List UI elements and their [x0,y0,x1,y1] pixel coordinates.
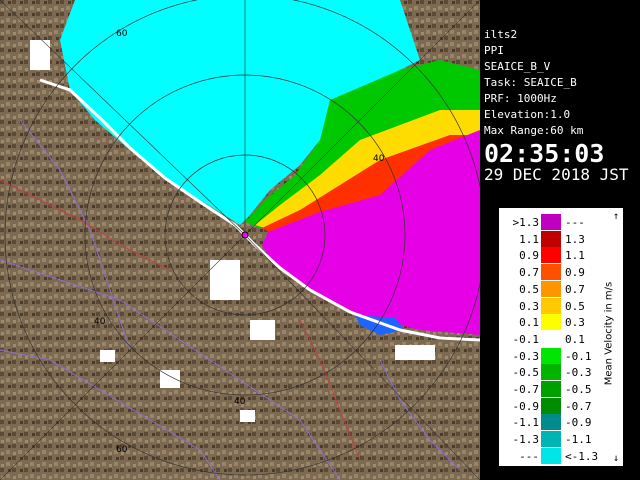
legend-swatch [541,330,561,347]
legend-high-value: 0.5 [565,299,585,313]
legend-low-value: -1.3 [512,433,540,447]
legend-low-value: -0.9 [512,399,540,413]
radar-map: 60 40 40 40 60 [0,0,480,480]
task-name: Task: SEAICE_B [484,76,577,89]
range-label-40-west: 40 [94,317,106,327]
legend-swatch [541,314,561,331]
legend-high-value: 0.1 [565,332,585,346]
legend-high-value: -0.3 [565,366,592,380]
legend-swatch [541,364,561,381]
range-label-40-east: 40 [373,154,385,164]
legend-high-value: 1.3 [565,232,585,246]
legend-low-value: 0.9 [519,249,539,263]
legend-swatch [541,397,561,414]
legend-high-value: 0.9 [565,266,585,280]
legend-swatch [541,414,561,431]
max-range-value: Max Range:60 km [484,124,584,137]
legend-high-value: 1.1 [565,249,585,263]
range-label-60-bottom: 60 [116,445,128,455]
legend-high-value: -0.1 [565,349,592,363]
legend-low-value: 0.5 [519,282,539,296]
legend-row: >1.3 --- [499,214,623,231]
legend-low-value: 0.3 [519,299,539,313]
range-label-40-south: 40 [234,397,246,407]
legend-low-value: -0.7 [512,383,540,396]
velocity-legend: ↑ >1.3 --- 1.1 1.3 0.9 1.1 0.7 0.9 0.5 0.7 0.3 0.5 0… [498,207,624,467]
legend-row: --- <-1.3 [499,447,623,465]
legend-swatch [541,264,561,281]
legend-title: Mean Velocity in m/s [603,281,615,386]
legend-low-value: -0.1 [512,332,540,346]
legend-low-value: -1.1 [512,416,540,430]
legend-high-value: --- [565,216,585,229]
legend-swatch [541,247,561,264]
legend-high-value: -0.5 [565,383,592,396]
legend-swatch [541,347,561,364]
radar-site-marker [241,231,249,239]
scan-type: PPI [484,44,504,57]
legend-low-value: >1.3 [512,216,540,229]
legend-swatch [541,447,561,464]
scan-info-panel: ilts2 PPI SEAICE_B_V Task: SEAICE_B PRF:… [480,26,640,186]
legend-low-value: 0.1 [519,316,539,330]
scan-time: 02:35:03 [484,139,605,168]
legend-swatch [541,431,561,448]
legend-high-value: <-1.3 [565,449,599,463]
legend-low-value: 1.1 [519,232,539,246]
scan-date: 29 DEC 2018 JST [484,165,629,184]
legend-high-value: 0.3 [565,316,585,330]
elevation-value: Elevation:1.0 [484,108,571,121]
prf-value: PRF: 1000Hz [484,92,557,105]
legend-swatch [541,280,561,297]
legend-title-container: Mean Velocity in m/s [597,238,619,438]
legend-high-value: -1.1 [565,433,592,447]
station-name: ilts2 [484,28,518,41]
legend-high-value: -0.9 [565,416,592,430]
legend-low-value: 0.7 [519,266,539,280]
product-name: SEAICE_B_V [484,60,551,73]
legend-arrow-down-icon: ↓ [612,453,619,464]
legend-high-value: 0.7 [565,282,585,296]
legend-swatch [541,297,561,314]
radar-ppi-view[interactable]: 60 40 40 40 60 [0,0,480,480]
legend-low-value: -0.3 [512,349,540,363]
legend-swatch [541,381,561,397]
legend-swatch [541,214,561,230]
range-label-60-top: 60 [116,29,128,39]
legend-low-value: -0.5 [512,366,540,380]
legend-low-value: --- [519,449,539,463]
legend-high-value: -0.7 [565,399,592,413]
legend-swatch [541,230,561,247]
